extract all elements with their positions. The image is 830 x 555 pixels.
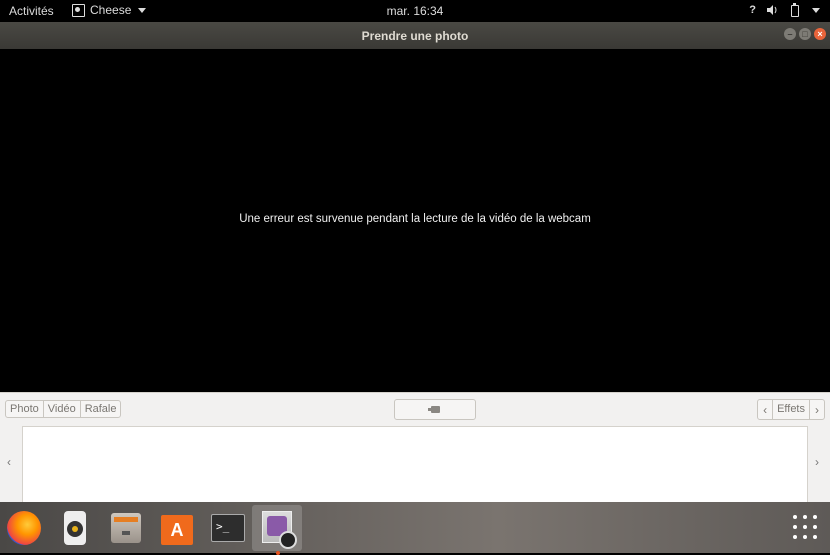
- capture-toolbar: Photo Vidéo Rafale ‹ Effets ›: [0, 392, 830, 426]
- system-menu-chevron-icon[interactable]: [810, 3, 822, 17]
- window-titlebar: Prendre une photo – □ ×: [0, 22, 830, 49]
- error-message: Une erreur est survenue pendant la lectu…: [239, 213, 591, 225]
- mode-photo-button[interactable]: Photo: [6, 401, 44, 417]
- camera-icon: [428, 406, 440, 413]
- volume-icon[interactable]: [766, 3, 778, 17]
- firefox-icon[interactable]: [7, 511, 41, 545]
- help-icon[interactable]: ?: [749, 4, 756, 16]
- top-panel: Activités Cheese mar. 16:34 ?: [0, 0, 830, 22]
- close-icon[interactable]: ×: [814, 28, 826, 40]
- system-tray[interactable]: ?: [749, 3, 822, 17]
- ubuntu-software-icon[interactable]: A: [160, 511, 194, 545]
- thumbnail-bar: ‹ ›: [0, 425, 830, 503]
- effects-button[interactable]: Effets: [773, 400, 809, 419]
- minimize-icon[interactable]: –: [784, 28, 796, 40]
- terminal-icon[interactable]: >_: [211, 511, 245, 545]
- mode-burst-button[interactable]: Rafale: [81, 401, 121, 417]
- battery-icon[interactable]: [788, 3, 800, 17]
- maximize-icon[interactable]: □: [799, 28, 811, 40]
- effects-control: ‹ Effets ›: [757, 399, 825, 420]
- thumbnails-next-icon[interactable]: ›: [815, 455, 819, 469]
- show-applications-icon[interactable]: [792, 514, 818, 540]
- rhythmbox-icon[interactable]: [58, 511, 92, 545]
- webcam-viewport: Une erreur est survenue pendant la lectu…: [0, 49, 830, 392]
- mode-video-button[interactable]: Vidéo: [44, 401, 81, 417]
- running-indicator: [276, 551, 280, 555]
- thumbnails-prev-icon[interactable]: ‹: [7, 455, 11, 469]
- window-controls: – □ ×: [784, 28, 826, 40]
- window-title: Prendre une photo: [361, 29, 469, 43]
- effects-prev-icon[interactable]: ‹: [758, 400, 774, 419]
- thumbnail-area[interactable]: [22, 426, 808, 503]
- clock[interactable]: mar. 16:34: [0, 4, 830, 18]
- dock: A >_: [0, 502, 830, 555]
- mode-switcher: Photo Vidéo Rafale: [5, 400, 122, 418]
- take-photo-button[interactable]: [394, 399, 476, 420]
- files-icon[interactable]: [109, 511, 143, 545]
- effects-next-icon[interactable]: ›: [809, 400, 824, 419]
- cheese-icon[interactable]: [261, 511, 297, 555]
